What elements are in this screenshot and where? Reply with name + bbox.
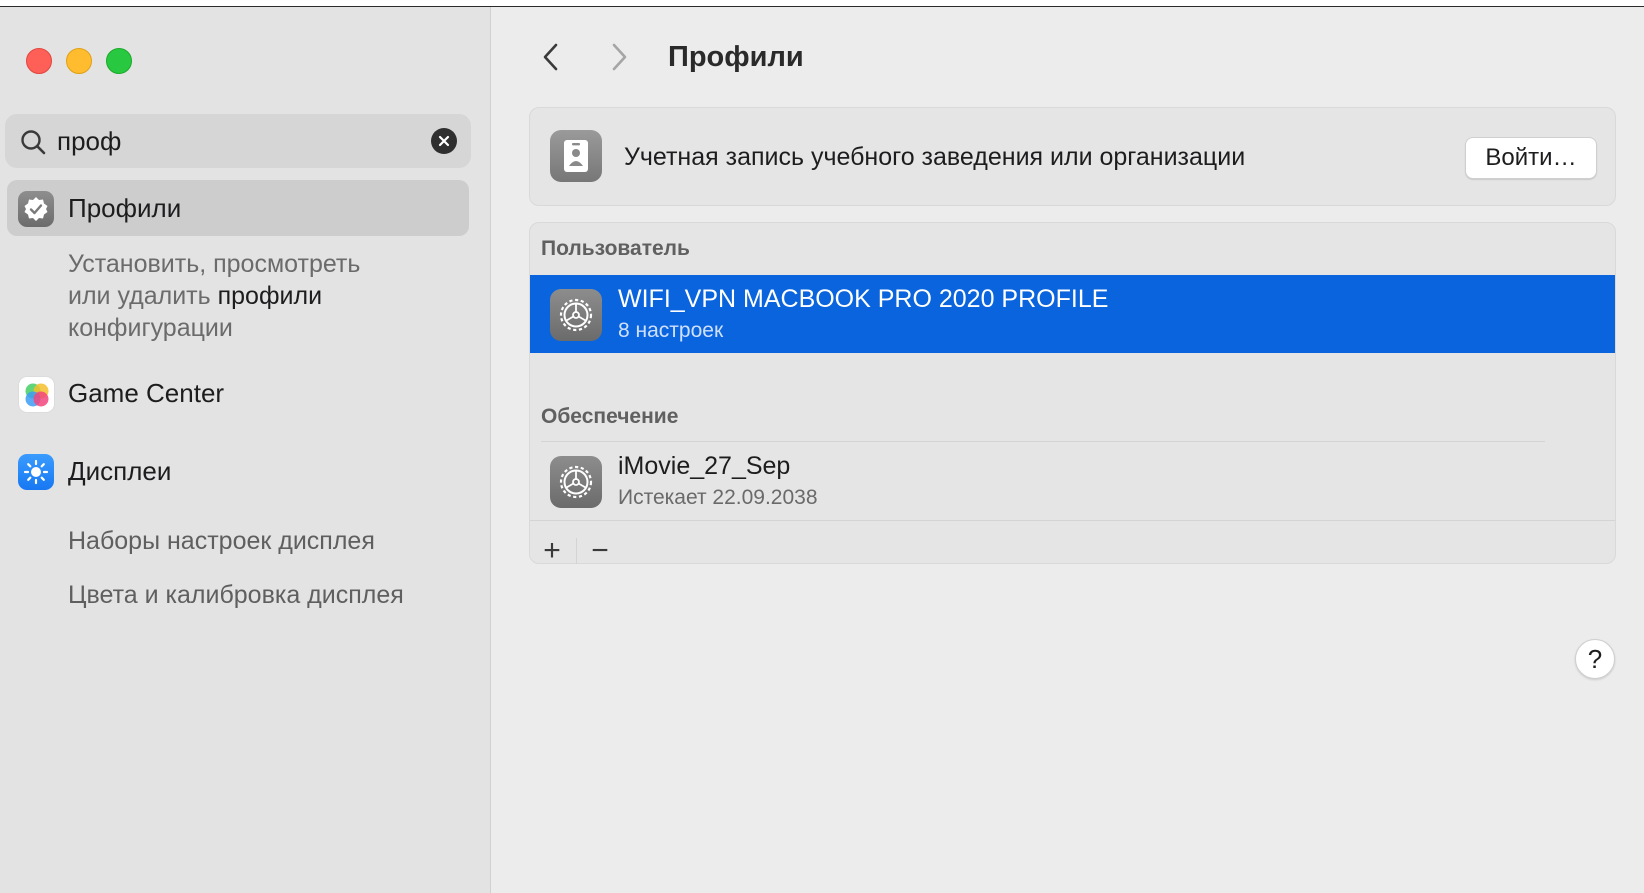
account-card: Учетная запись учебного заведения или ор… bbox=[529, 107, 1616, 206]
forward-button[interactable] bbox=[599, 37, 639, 77]
divider bbox=[576, 538, 577, 564]
sidebar-item-label: Профили bbox=[68, 193, 182, 223]
badge-id-icon bbox=[550, 130, 602, 182]
main-content: Профили Учетная запись учебного заведени… bbox=[491, 7, 1644, 893]
description-line: конфигурации bbox=[68, 314, 233, 342]
maximize-window-button[interactable] bbox=[106, 48, 132, 74]
section-label-provisioning: Обеспечение bbox=[541, 405, 679, 428]
sidebar-item-displays[interactable]: Дисплеи bbox=[7, 443, 469, 499]
profile-row-imovie[interactable]: iMovie_27_Sep Истекает 22.09.2038 bbox=[530, 442, 1615, 520]
game-center-icon bbox=[18, 376, 55, 413]
divider bbox=[530, 520, 1615, 521]
sidebar-item-profiles-description[interactable]: Установить, просмотреть или удалить проф… bbox=[68, 248, 360, 344]
chevron-left-icon bbox=[543, 43, 558, 71]
sidebar-item-profiles[interactable]: Профили bbox=[7, 180, 469, 236]
profiles-list-card: Пользователь WIFI_VPN MACBOOK PRO 2020 P… bbox=[529, 222, 1616, 567]
displays-sun-icon bbox=[18, 454, 54, 490]
description-text: или удалить bbox=[68, 282, 218, 310]
sidebar-subitem-display-presets[interactable]: Наборы настроек дисплея bbox=[68, 527, 375, 556]
search-field[interactable] bbox=[5, 114, 471, 168]
gear-icon bbox=[550, 289, 602, 341]
sidebar: Профили Установить, просмотреть или удал… bbox=[0, 7, 491, 893]
remove-profile-button[interactable]: − bbox=[578, 531, 622, 571]
profile-name: WIFI_VPN MACBOOK PRO 2020 PROFILE bbox=[618, 285, 1109, 313]
back-button[interactable] bbox=[531, 37, 571, 77]
description-line: Установить, просмотреть bbox=[68, 250, 361, 278]
description-highlight: профили bbox=[217, 282, 323, 310]
account-card-text: Учетная запись учебного заведения или ор… bbox=[624, 143, 1246, 171]
login-button[interactable]: Войти… bbox=[1465, 137, 1597, 179]
help-button[interactable]: ? bbox=[1575, 639, 1615, 679]
profile-subtitle: 8 настроек bbox=[618, 319, 724, 342]
chevron-right-icon bbox=[612, 43, 627, 71]
gear-icon bbox=[550, 456, 602, 508]
search-input[interactable] bbox=[57, 114, 417, 168]
settings-window: Профили Установить, просмотреть или удал… bbox=[0, 6, 1644, 893]
sidebar-item-label: Game Center bbox=[68, 378, 225, 408]
section-label-user: Пользователь bbox=[541, 237, 690, 260]
sidebar-subitem-display-color[interactable]: Цвета и калибровка дисплея bbox=[68, 581, 404, 610]
close-window-button[interactable] bbox=[26, 48, 52, 74]
clear-search-icon[interactable] bbox=[431, 128, 457, 154]
sidebar-item-game-center[interactable]: Game Center bbox=[7, 365, 469, 421]
minimize-window-button[interactable] bbox=[66, 48, 92, 74]
profile-row-wifi-vpn[interactable]: WIFI_VPN MACBOOK PRO 2020 PROFILE 8 наст… bbox=[530, 275, 1615, 353]
profile-name: iMovie_27_Sep bbox=[618, 452, 791, 480]
sidebar-item-label: Дисплеи bbox=[68, 456, 172, 486]
page-title: Профили bbox=[668, 41, 804, 73]
profiles-checkmark-icon bbox=[18, 191, 54, 227]
profile-subtitle: Истекает 22.09.2038 bbox=[618, 486, 818, 509]
add-profile-button[interactable]: + bbox=[530, 531, 574, 571]
search-icon bbox=[21, 130, 46, 155]
